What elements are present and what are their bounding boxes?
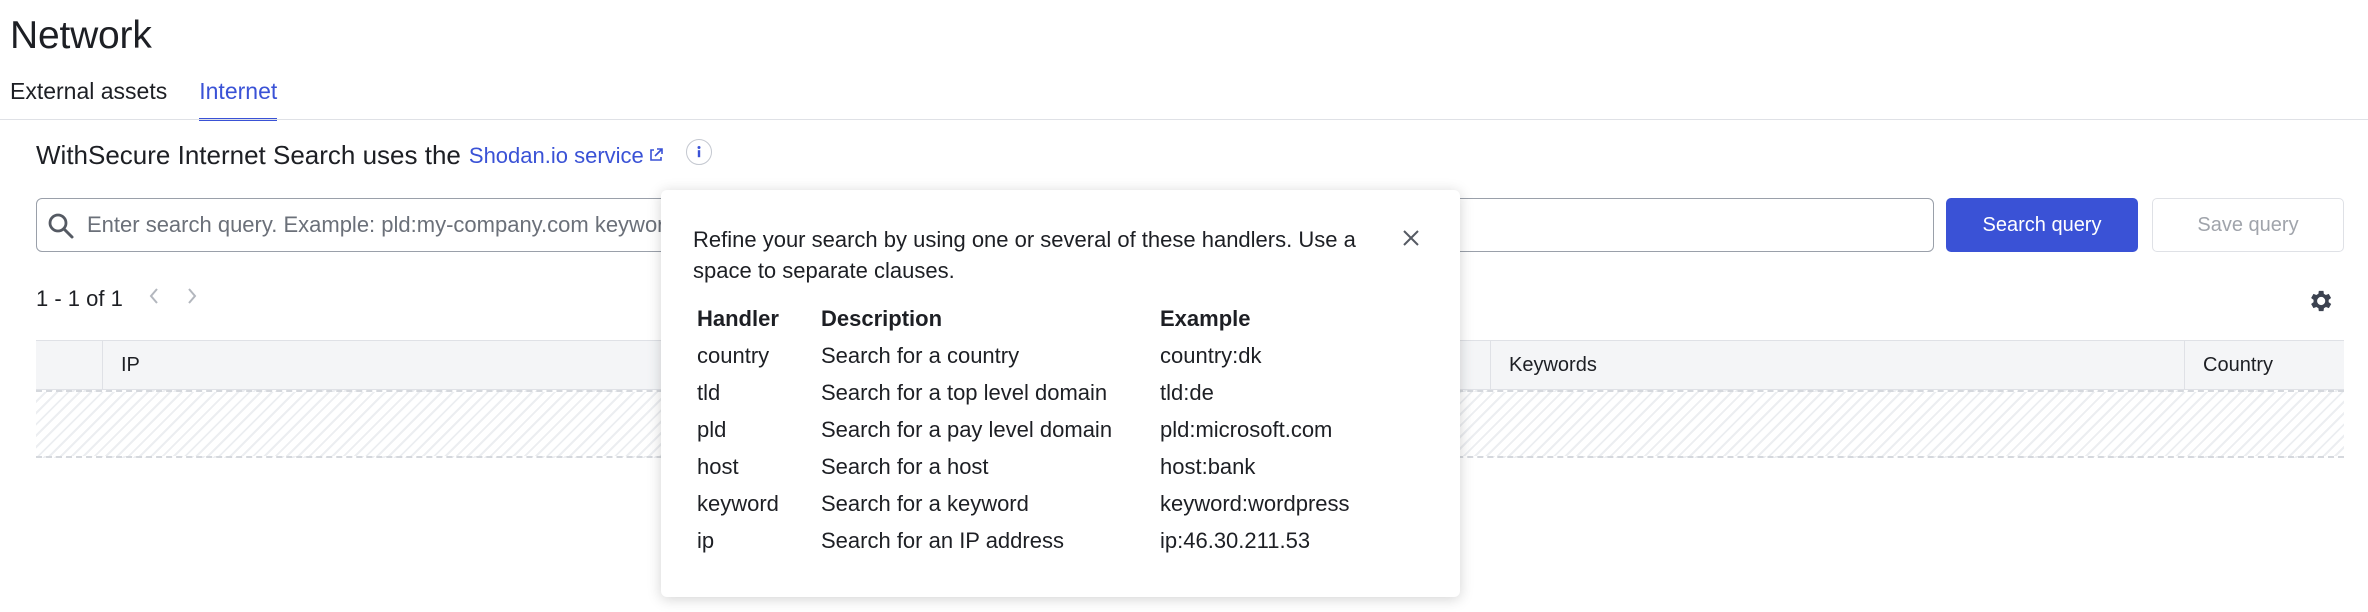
handlers-header-example: Example [1160,305,1251,331]
chevron-left-icon[interactable] [147,286,161,312]
handler-example: keyword:wordpress [1160,490,1350,516]
tab-bar: External assets Internet [10,74,309,121]
search-icon [47,212,75,245]
chevron-right-icon[interactable] [185,286,199,312]
save-query-button[interactable]: Save query [2152,198,2344,252]
handlers-header-row: Handler Description Example [697,300,1380,337]
handler-example: pld:microsoft.com [1160,416,1333,442]
handler-example: ip:46.30.211.53 [1160,527,1311,553]
handler-row: keyword Search for a keyword keyword:wor… [697,485,1380,522]
search-query-button[interactable]: Search query [1946,198,2138,252]
handler-name: ip [697,527,715,553]
shodan-link-label: Shodan.io service [468,142,644,168]
column-header-select[interactable] [36,341,102,389]
handler-row: ip Search for an IP address ip:46.30.211… [697,522,1380,559]
handler-name: pld [697,416,727,442]
handler-name: country [697,342,770,368]
handler-description: Search for a country [821,342,1020,368]
handler-name: keyword [697,490,779,516]
handler-description: Search for a top level domain [821,379,1108,405]
info-icon[interactable] [686,139,712,165]
pagination-label: 1 - 1 of 1 [36,286,123,311]
close-icon[interactable] [1401,228,1421,253]
info-line: WithSecure Internet Search uses the Shod… [36,140,664,171]
tabs-divider [0,119,2368,120]
handlers-header-description: Description [821,305,943,331]
handler-name: tld [697,379,721,405]
pagination: 1 - 1 of 1 [36,286,199,312]
handler-example: tld:de [1160,379,1214,405]
handler-row: country Search for a country country:dk [697,337,1380,374]
external-link-icon [648,143,664,169]
handlers-header-handler: Handler [697,305,779,331]
tab-external-assets[interactable]: External assets [10,74,167,120]
handler-example: country:dk [1160,342,1262,368]
handler-row: pld Search for a pay level domain pld:mi… [697,411,1380,448]
handler-description: Search for a pay level domain [821,416,1113,442]
handler-description: Search for a keyword [821,490,1029,516]
handler-row: tld Search for a top level domain tld:de [697,374,1380,411]
tab-internet[interactable]: Internet [199,74,278,121]
column-header-country[interactable]: Country [2184,341,2344,389]
gear-icon[interactable] [2306,287,2334,320]
handlers-table: Handler Description Example country Sear… [697,300,1380,559]
handler-example: host:bank [1160,453,1256,479]
info-text: WithSecure Internet Search uses the [36,140,461,170]
handler-name: host [697,453,739,479]
popover-intro: Refine your search by using one or sever… [693,227,1356,283]
handler-description: Search for an IP address [821,527,1064,553]
page-title: Network [10,14,152,57]
column-header-keywords[interactable]: Keywords [1490,341,2184,389]
shodan-link[interactable]: Shodan.io service [469,143,664,169]
handler-row: host Search for a host host:bank [697,448,1380,485]
handler-description: Search for a host [821,453,989,479]
search-help-popover: Refine your search by using one or sever… [661,190,1460,597]
